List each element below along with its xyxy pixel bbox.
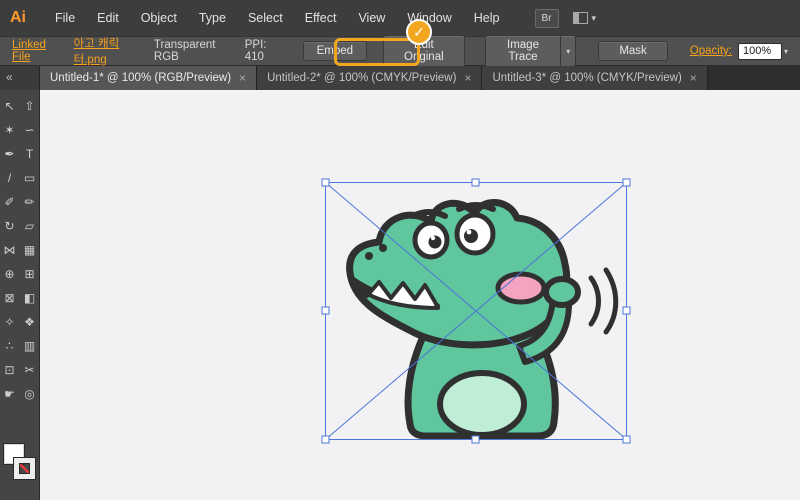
tab-label: Untitled-2* @ 100% (CMYK/Preview)	[267, 72, 456, 84]
document-tab-3[interactable]: Untitled-3* @ 100% (CMYK/Preview) ×	[482, 66, 707, 90]
opacity-input[interactable]	[738, 43, 782, 60]
pen-tool-icon[interactable]: ✒	[1, 142, 19, 166]
artboard-tool-icon[interactable]: ⊡	[1, 358, 19, 382]
tab-label: Untitled-1* @ 100% (RGB/Preview)	[50, 72, 231, 84]
toolbar-collapse-button[interactable]: «	[0, 66, 40, 90]
image-trace-split-button: Image Trace ▾	[485, 35, 577, 67]
document-tab-2[interactable]: Untitled-2* @ 100% (CMYK/Preview) ×	[257, 66, 482, 90]
blend-tool-icon[interactable]: ❖	[21, 310, 39, 334]
tab-label: Untitled-3* @ 100% (CMYK/Preview)	[492, 72, 681, 84]
line-segment-tool-icon[interactable]: /	[1, 166, 19, 190]
placed-image-crocodile[interactable]	[325, 182, 627, 440]
tools-grid: ↖⇧✶∽✒T/▭✐✏↻▱⋈▦⊕⊞⊠◧✧❖∴▥⊡✂☛◎	[1, 94, 39, 406]
menu-help[interactable]: Help	[463, 0, 511, 36]
check-badge-icon: ✓	[406, 19, 432, 45]
paintbrush-tool-icon[interactable]: ✐	[1, 190, 19, 214]
slice-tool-icon[interactable]: ✂	[21, 358, 39, 382]
menu-view[interactable]: View	[347, 0, 396, 36]
menu-items: File Edit Object Type Select Effect View…	[44, 0, 511, 36]
opacity-link[interactable]: Opacity:	[690, 45, 732, 57]
main-area: ↖⇧✶∽✒T/▭✐✏↻▱⋈▦⊕⊞⊠◧✧❖∴▥⊡✂☛◎	[0, 90, 800, 500]
menu-type[interactable]: Type	[188, 0, 237, 36]
eyedropper-tool-icon[interactable]: ✧	[1, 310, 19, 334]
chevron-down-icon: ▾	[566, 47, 570, 56]
document-tab-bar: « Untitled-1* @ 100% (RGB/Preview) × Unt…	[0, 66, 800, 90]
filename-link[interactable]: 아고 캐릭터.png	[74, 35, 141, 67]
linked-file-link[interactable]: Linked File	[12, 39, 60, 63]
menu-select[interactable]: Select	[237, 0, 294, 36]
shape-builder-tool-icon[interactable]: ⊕	[1, 262, 19, 286]
croc-nostril	[365, 252, 373, 260]
croc-cheek	[498, 274, 544, 302]
rotate-tool-icon[interactable]: ↻	[1, 214, 19, 238]
close-icon[interactable]: ×	[464, 71, 471, 85]
symbol-sprayer-tool-icon[interactable]: ∴	[1, 334, 19, 358]
selection-tool-icon[interactable]: ↖	[1, 94, 19, 118]
zoom-tool-icon[interactable]: ◎	[21, 382, 39, 406]
workspace-switcher[interactable]: ▾	[573, 12, 597, 24]
artboard-canvas[interactable]	[40, 90, 800, 500]
width-tool-icon[interactable]: ⋈	[1, 238, 19, 262]
menu-edit[interactable]: Edit	[86, 0, 130, 36]
menu-object[interactable]: Object	[130, 0, 188, 36]
perspective-grid-tool-icon[interactable]: ⊞	[21, 262, 39, 286]
mask-button[interactable]: Mask	[598, 41, 667, 61]
menu-file[interactable]: File	[44, 0, 86, 36]
croc-nostril	[379, 244, 387, 252]
rectangle-tool-icon[interactable]: ▭	[21, 166, 39, 190]
gradient-tool-icon[interactable]: ◧	[21, 286, 39, 310]
scale-tool-icon[interactable]: ▱	[21, 214, 39, 238]
image-trace-dropdown[interactable]: ▾	[561, 35, 576, 67]
ppi-info: PPI: 410	[245, 39, 283, 63]
column-graph-tool-icon[interactable]: ▥	[21, 334, 39, 358]
close-icon[interactable]: ×	[690, 71, 697, 85]
pencil-tool-icon[interactable]: ✏	[21, 190, 39, 214]
color-mode-info: Transparent RGB	[154, 39, 231, 63]
type-tool-icon[interactable]: T	[21, 142, 39, 166]
close-icon[interactable]: ×	[239, 71, 246, 85]
motion-line	[591, 278, 599, 324]
motion-line	[606, 270, 616, 332]
croc-eye-glint	[467, 230, 472, 235]
stroke-color-swatch[interactable]	[14, 458, 35, 479]
direct-selection-tool-icon[interactable]: ⇧	[21, 94, 39, 118]
fill-stroke-swatches	[2, 444, 38, 490]
lasso-tool-icon[interactable]: ∽	[21, 118, 39, 142]
bridge-button[interactable]: Br	[535, 9, 559, 28]
image-trace-button[interactable]: Image Trace	[485, 35, 562, 67]
control-bar: Linked File 아고 캐릭터.png Transparent RGB P…	[0, 36, 800, 66]
mesh-tool-icon[interactable]: ⊠	[1, 286, 19, 310]
croc-belly	[440, 373, 524, 435]
croc-hand	[546, 279, 578, 305]
croc-eye-glint	[431, 236, 435, 240]
document-tab-1[interactable]: Untitled-1* @ 100% (RGB/Preview) ×	[40, 66, 257, 90]
app-logo: Ai	[10, 9, 44, 27]
magic-wand-tool-icon[interactable]: ✶	[1, 118, 19, 142]
menu-effect[interactable]: Effect	[294, 0, 348, 36]
workspace-icon	[573, 12, 588, 24]
illustrator-window: Ai File Edit Object Type Select Effect V…	[0, 0, 800, 500]
hand-tool-icon[interactable]: ☛	[1, 382, 19, 406]
chevron-down-icon: ▾	[592, 13, 597, 24]
embed-button[interactable]: Embed	[303, 41, 367, 61]
menu-bar: Ai File Edit Object Type Select Effect V…	[0, 0, 800, 36]
tools-panel: ↖⇧✶∽✒T/▭✐✏↻▱⋈▦⊕⊞⊠◧✧❖∴▥⊡✂☛◎	[0, 90, 40, 500]
opacity-dropdown-icon[interactable]: ▾	[784, 47, 788, 56]
free-transform-tool-icon[interactable]: ▦	[21, 238, 39, 262]
menu-right-controls: Br ▾	[535, 9, 597, 28]
